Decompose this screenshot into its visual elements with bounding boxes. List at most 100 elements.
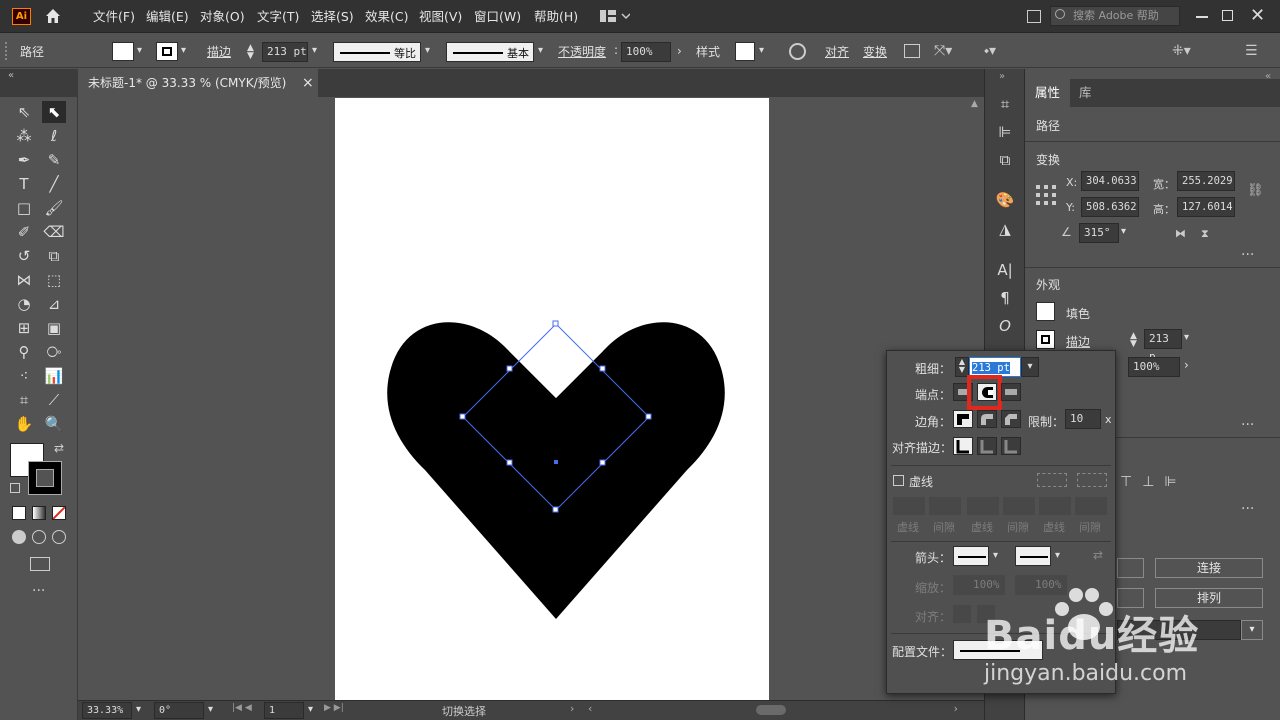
menu-select[interactable]: 选择(S): [311, 0, 354, 33]
align-inside-button[interactable]: [977, 437, 997, 455]
pathfinder-panel-icon[interactable]: ⧉: [993, 149, 1017, 171]
type-tool-icon[interactable]: T: [12, 173, 36, 195]
swap-colors-icon[interactable]: ⇄: [54, 441, 64, 455]
draw-normal-icon[interactable]: [12, 530, 26, 544]
status-arrow-icon[interactable]: ›: [570, 702, 574, 715]
stroke-label[interactable]: 描边: [207, 43, 231, 60]
artboard-dropdown-icon[interactable]: ▾: [308, 704, 313, 715]
transform-more-icon[interactable]: ···: [1241, 247, 1254, 263]
direct-selection-tool-icon[interactable]: ⬉: [42, 101, 66, 123]
perspective-grid-tool-icon[interactable]: ⊿: [42, 293, 66, 315]
stroke-weight-stepper[interactable]: ▲ ▼: [247, 44, 254, 61]
swap-arrowheads-icon[interactable]: ⇄: [1093, 548, 1103, 562]
color-panel-icon[interactable]: 🎨: [993, 189, 1017, 211]
stroke-dropdown-icon[interactable]: ▾: [181, 45, 186, 56]
brush-dropdown-icon[interactable]: ▾: [538, 45, 543, 56]
zoom-field[interactable]: 33.33%: [82, 702, 132, 719]
scale-tool-icon[interactable]: ⧉: [42, 245, 66, 267]
tab-libraries[interactable]: 库: [1069, 79, 1102, 107]
zoom-dropdown-icon[interactable]: ▾: [136, 704, 141, 715]
lasso-tool-icon[interactable]: ℓ: [42, 125, 66, 147]
eraser-tool-icon[interactable]: ⌫: [42, 221, 66, 243]
arrange-docs-icon[interactable]: ⁜▾: [1172, 43, 1191, 59]
isolate-icon[interactable]: [904, 44, 920, 58]
blend-tool-icon[interactable]: ⧂: [42, 341, 66, 363]
stroke-weight-dropdown-icon[interactable]: ▾: [312, 45, 317, 56]
appearance-opacity-arrow[interactable]: ›: [1184, 358, 1189, 372]
collapse-panels-icon[interactable]: »: [999, 71, 1005, 82]
eyedropper-tool-icon[interactable]: ⚲: [12, 341, 36, 363]
align-outside-button[interactable]: [1001, 437, 1021, 455]
minimize-button[interactable]: [1196, 16, 1208, 18]
gradient-tool-icon[interactable]: ▣: [42, 317, 66, 339]
opacity-label[interactable]: 不透明度: [558, 43, 606, 60]
close-tab-button[interactable]: ×: [302, 69, 314, 97]
stroke-color-icon[interactable]: [28, 461, 62, 495]
pen-tool-icon[interactable]: ✒: [12, 149, 36, 171]
weight-input[interactable]: 213 pt: [969, 357, 1021, 377]
stroke-weight-input[interactable]: 213 pt: [262, 42, 308, 62]
shape-builder-tool-icon[interactable]: ◔: [12, 293, 36, 315]
weight-stepper[interactable]: ▲ ▼: [955, 357, 969, 377]
fill-swatch[interactable]: [112, 42, 134, 61]
x-input[interactable]: 304.0633: [1081, 171, 1139, 191]
opacity-arrow-icon[interactable]: ›: [677, 44, 682, 58]
menu-edit[interactable]: 编辑(E): [146, 0, 189, 33]
angle-input[interactable]: 315°: [1079, 223, 1119, 243]
artwork[interactable]: [335, 98, 769, 700]
horizontal-scrollbar[interactable]: ‹ ›: [588, 702, 958, 716]
miter-join-button[interactable]: [953, 410, 973, 428]
menu-window[interactable]: 窗口(W): [474, 0, 521, 33]
paragraph-panel-icon[interactable]: ¶: [993, 287, 1017, 309]
align-panel-icon[interactable]: ⊫: [993, 121, 1017, 143]
fill-dropdown-icon[interactable]: ▾: [137, 45, 142, 56]
quick-action-button-1[interactable]: [1117, 558, 1144, 578]
projecting-cap-button[interactable]: [1001, 383, 1021, 401]
panel-toggle-icon[interactable]: [1027, 10, 1041, 23]
rotation-dropdown-icon[interactable]: ▾: [208, 704, 213, 715]
menu-type[interactable]: 文字(T): [257, 0, 299, 33]
join-button[interactable]: 连接: [1155, 558, 1263, 578]
flip-vertical-icon[interactable]: ⧗: [1201, 227, 1209, 241]
profile-dropdown-icon[interactable]: ▾: [425, 45, 430, 56]
flip-horizontal-icon[interactable]: ⧓: [1175, 227, 1186, 240]
line-tool-icon[interactable]: ╱: [42, 173, 66, 195]
appearance-stroke-dropdown-icon[interactable]: ▾: [1184, 332, 1189, 343]
maximize-button[interactable]: [1222, 10, 1233, 21]
end-arrowhead-dropdown[interactable]: ▾: [1055, 550, 1060, 561]
dashed-line-checkbox[interactable]: [893, 475, 904, 486]
first-artboard-icon[interactable]: |◀ ◀: [232, 703, 252, 713]
none-mode-icon[interactable]: [52, 506, 66, 520]
menu-help[interactable]: 帮助(H): [534, 0, 578, 33]
search-input[interactable]: 搜索 Adobe 帮助: [1050, 6, 1180, 26]
free-transform-tool-icon[interactable]: ⬚: [42, 269, 66, 291]
align-center-button[interactable]: [953, 437, 973, 455]
home-icon[interactable]: [44, 7, 62, 25]
panel-menu-icon[interactable]: ☰: [1245, 43, 1258, 59]
close-window-button[interactable]: ✕: [1250, 5, 1265, 26]
align-button[interactable]: 对齐: [825, 43, 849, 60]
reference-point-icon[interactable]: [1036, 185, 1056, 205]
gradient-mode-icon[interactable]: [32, 506, 46, 520]
appearance-opacity-input[interactable]: 100%: [1128, 357, 1180, 377]
menu-object[interactable]: 对象(O): [200, 0, 245, 33]
start-arrowhead-dropdown[interactable]: ▾: [993, 550, 998, 561]
height-input[interactable]: 127.6014: [1177, 197, 1235, 217]
recolor-artwork-icon[interactable]: [789, 43, 806, 60]
curvature-tool-icon[interactable]: ✎: [42, 149, 66, 171]
slice-tool-icon[interactable]: ⟋: [42, 389, 66, 411]
constrain-proportions-icon[interactable]: ⛓: [1247, 183, 1264, 198]
symbol-sprayer-tool-icon[interactable]: ⁖: [12, 365, 36, 387]
shape-builder-icon[interactable]: ⬩▾: [984, 43, 996, 59]
column-graph-tool-icon[interactable]: 📊: [42, 365, 66, 387]
appearance-more-icon[interactable]: ···: [1241, 417, 1254, 433]
y-input[interactable]: 508.6362: [1081, 197, 1139, 217]
appearance-stroke-swatch[interactable]: [1036, 330, 1055, 349]
style-dropdown-icon[interactable]: ▾: [759, 45, 764, 56]
width-input[interactable]: 255.2029: [1177, 171, 1235, 191]
align-more-icon[interactable]: ···: [1241, 501, 1254, 517]
stroke-swatch[interactable]: [156, 42, 178, 61]
limit-input[interactable]: 10: [1065, 409, 1101, 429]
appearance-stroke-label[interactable]: 描边: [1066, 333, 1090, 350]
color-mode-icon[interactable]: [12, 506, 26, 520]
